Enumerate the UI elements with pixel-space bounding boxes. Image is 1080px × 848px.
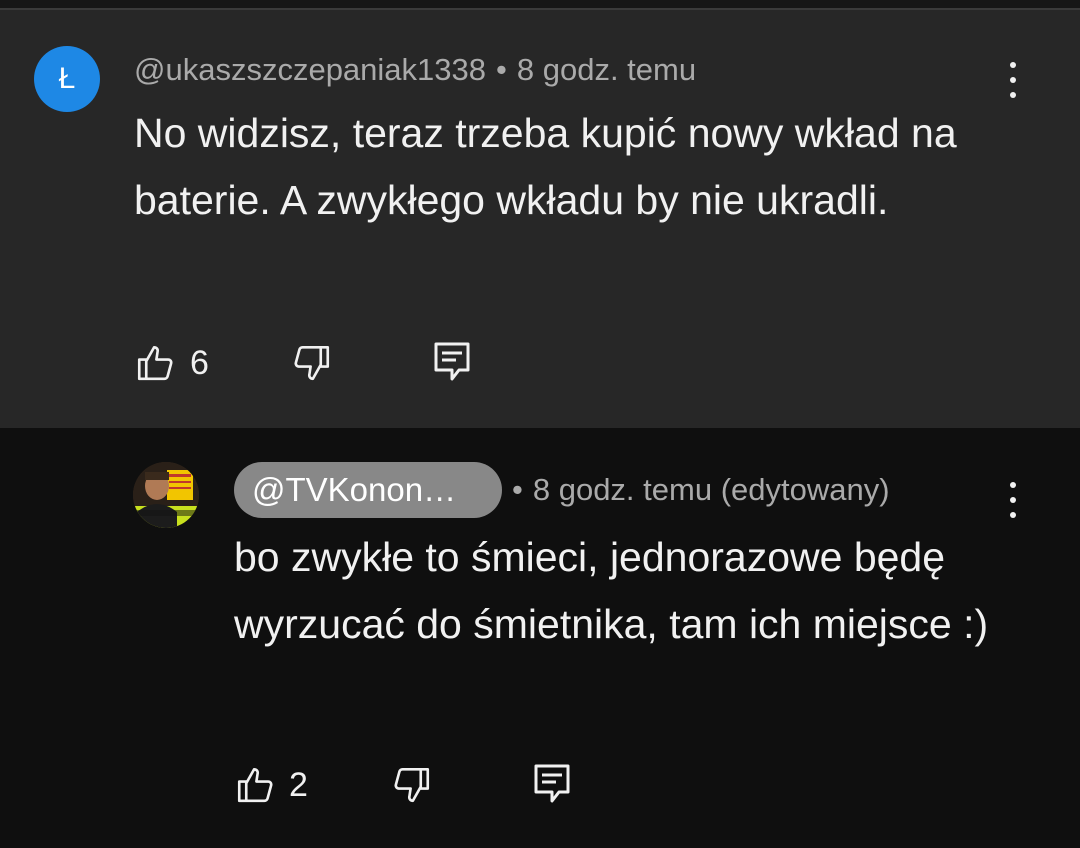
avatar[interactable] bbox=[133, 462, 199, 528]
reply-author-chip[interactable]: @TVKonon… bbox=[234, 462, 502, 518]
avatar-image bbox=[133, 462, 199, 528]
reply-button[interactable] bbox=[532, 762, 572, 806]
comment-reply-icon bbox=[434, 342, 470, 381]
more-vertical-icon bbox=[1010, 482, 1016, 488]
reply-text: bo zwykłe to śmieci, jednorazowe będę wy… bbox=[234, 534, 989, 647]
comment-reply-icon bbox=[534, 764, 570, 803]
reply-button[interactable] bbox=[432, 340, 472, 384]
meta-separator: • bbox=[512, 472, 523, 507]
like-button[interactable] bbox=[234, 764, 276, 806]
more-options-button[interactable] bbox=[1001, 58, 1025, 102]
thumb-up-icon bbox=[237, 767, 273, 803]
thumb-down-icon bbox=[294, 345, 330, 381]
comment-text: No widzisz, teraz trzeba kupić nowy wkła… bbox=[134, 110, 957, 223]
avatar-letter: Ł bbox=[58, 62, 76, 95]
comment-author[interactable]: @ukaszszczepaniak1338 bbox=[134, 52, 486, 87]
like-count: 2 bbox=[289, 766, 308, 804]
more-vertical-icon bbox=[1010, 62, 1016, 68]
like-count: 6 bbox=[190, 344, 209, 382]
reply-meta: • 8 godz. temu (edytowany) bbox=[512, 472, 890, 508]
like-button[interactable] bbox=[134, 342, 176, 384]
dislike-button[interactable] bbox=[291, 342, 333, 384]
thumb-up-icon bbox=[137, 345, 173, 381]
avatar[interactable]: Ł bbox=[34, 46, 100, 112]
comment-meta: @ukaszszczepaniak1338 • 8 godz. temu bbox=[134, 52, 696, 88]
comment-time[interactable]: 8 godz. temu bbox=[517, 52, 696, 87]
reply-time[interactable]: 8 godz. temu (edytowany) bbox=[533, 472, 890, 507]
more-options-button[interactable] bbox=[1001, 478, 1025, 522]
meta-separator: • bbox=[496, 52, 507, 87]
top-divider bbox=[0, 0, 1080, 10]
reply-author: @TVKonon… bbox=[252, 471, 457, 508]
thumb-down-icon bbox=[394, 767, 430, 803]
dislike-button[interactable] bbox=[391, 764, 433, 806]
